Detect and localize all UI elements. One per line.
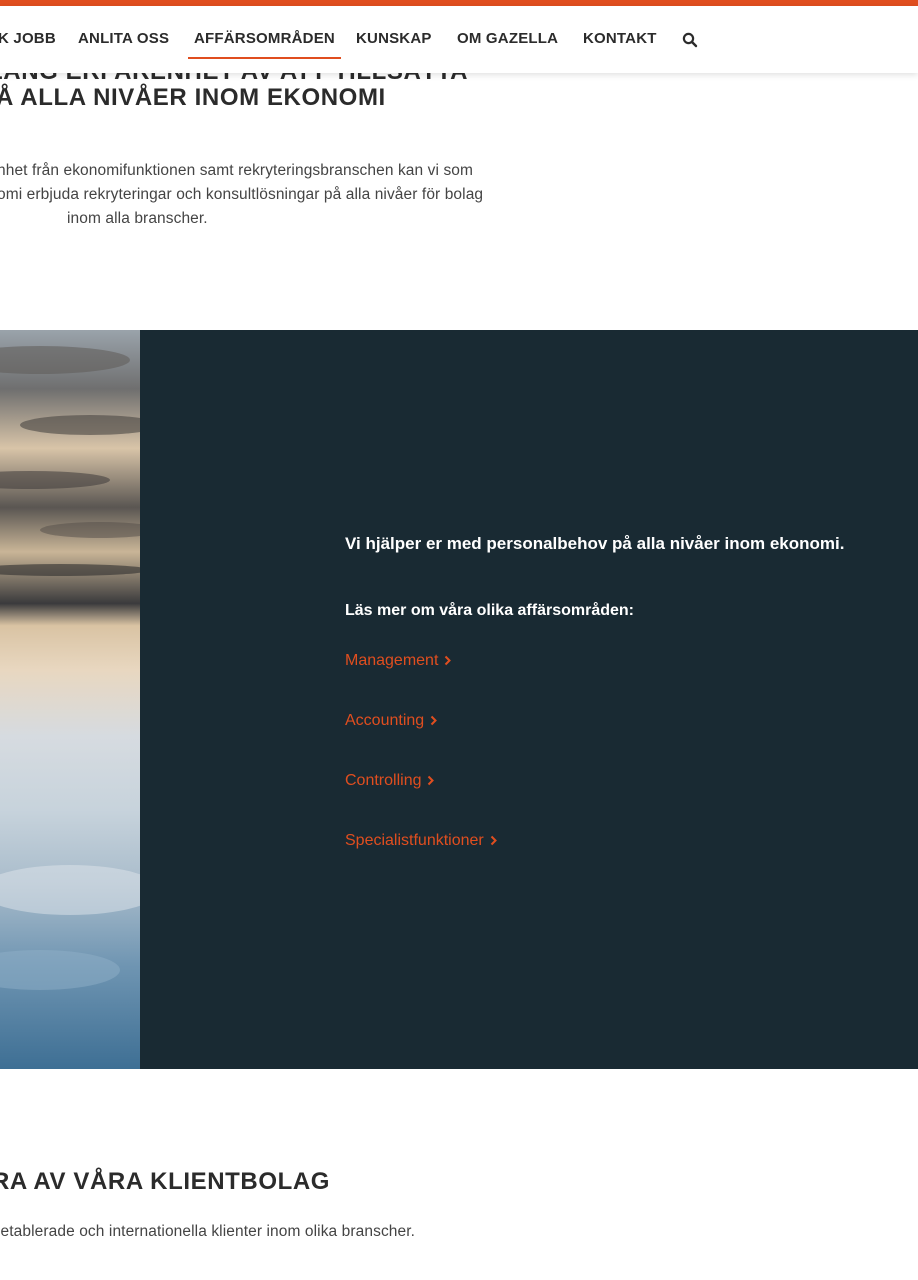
area-link-accounting[interactable]: Accounting — [345, 712, 438, 730]
area-link-label: Accounting — [345, 712, 425, 729]
intro-text-line2: omi erbjuda rekryteringar och konsultlös… — [0, 186, 484, 203]
site-header: K JOBB ANLITA OSS AFFÄRSOMRÅDEN KUNSKAP … — [0, 6, 918, 73]
chevron-right-icon — [490, 836, 497, 846]
nav-item-om-gazella[interactable]: OM GAZELLA — [457, 30, 558, 47]
business-areas-subtitle: Läs mer om våra olika affärsområden: — [345, 602, 635, 619]
area-link-label: Specialistfunktioner — [345, 832, 484, 849]
chevron-right-icon — [445, 656, 452, 666]
area-link-label: Controlling — [345, 772, 422, 789]
nav-item-kontakt[interactable]: KONTAKT — [583, 30, 657, 47]
intro-heading-line2: Å ALLA NIVÅER INOM EKONOMI — [0, 84, 386, 111]
area-link-controlling[interactable]: Controlling — [345, 772, 435, 790]
area-link-specialistfunktioner[interactable]: Specialistfunktioner — [345, 832, 497, 850]
business-areas-title: Vi hjälper er med personalbehov på alla … — [345, 534, 845, 553]
nav-item-jobb[interactable]: K JOBB — [0, 30, 56, 47]
clients-text: letablerade och internationella klienter… — [0, 1223, 416, 1240]
clients-heading: RA AV VÅRA KLIENTBOLAG — [0, 1168, 331, 1195]
area-link-label: Management — [345, 652, 439, 669]
nav-item-affarsomraden[interactable]: AFFÄRSOMRÅDEN — [188, 30, 341, 59]
search-icon[interactable] — [682, 32, 698, 48]
nav-item-anlita-oss[interactable]: ANLITA OSS — [78, 30, 169, 47]
nav-item-kunskap[interactable]: KUNSKAP — [356, 30, 432, 47]
business-areas-section: Vi hjälper er med personalbehov på alla … — [0, 330, 918, 1069]
chevron-right-icon — [428, 776, 435, 786]
business-areas-panel: Vi hjälper er med personalbehov på alla … — [140, 330, 918, 1069]
intro-text-line3: inom alla branscher. — [67, 210, 208, 227]
area-link-management[interactable]: Management — [345, 652, 452, 670]
intro-text-line1: nhet från ekonomifunktionen samt rekryte… — [0, 162, 474, 179]
sky-sea-image — [0, 330, 140, 1069]
chevron-right-icon — [430, 716, 438, 726]
